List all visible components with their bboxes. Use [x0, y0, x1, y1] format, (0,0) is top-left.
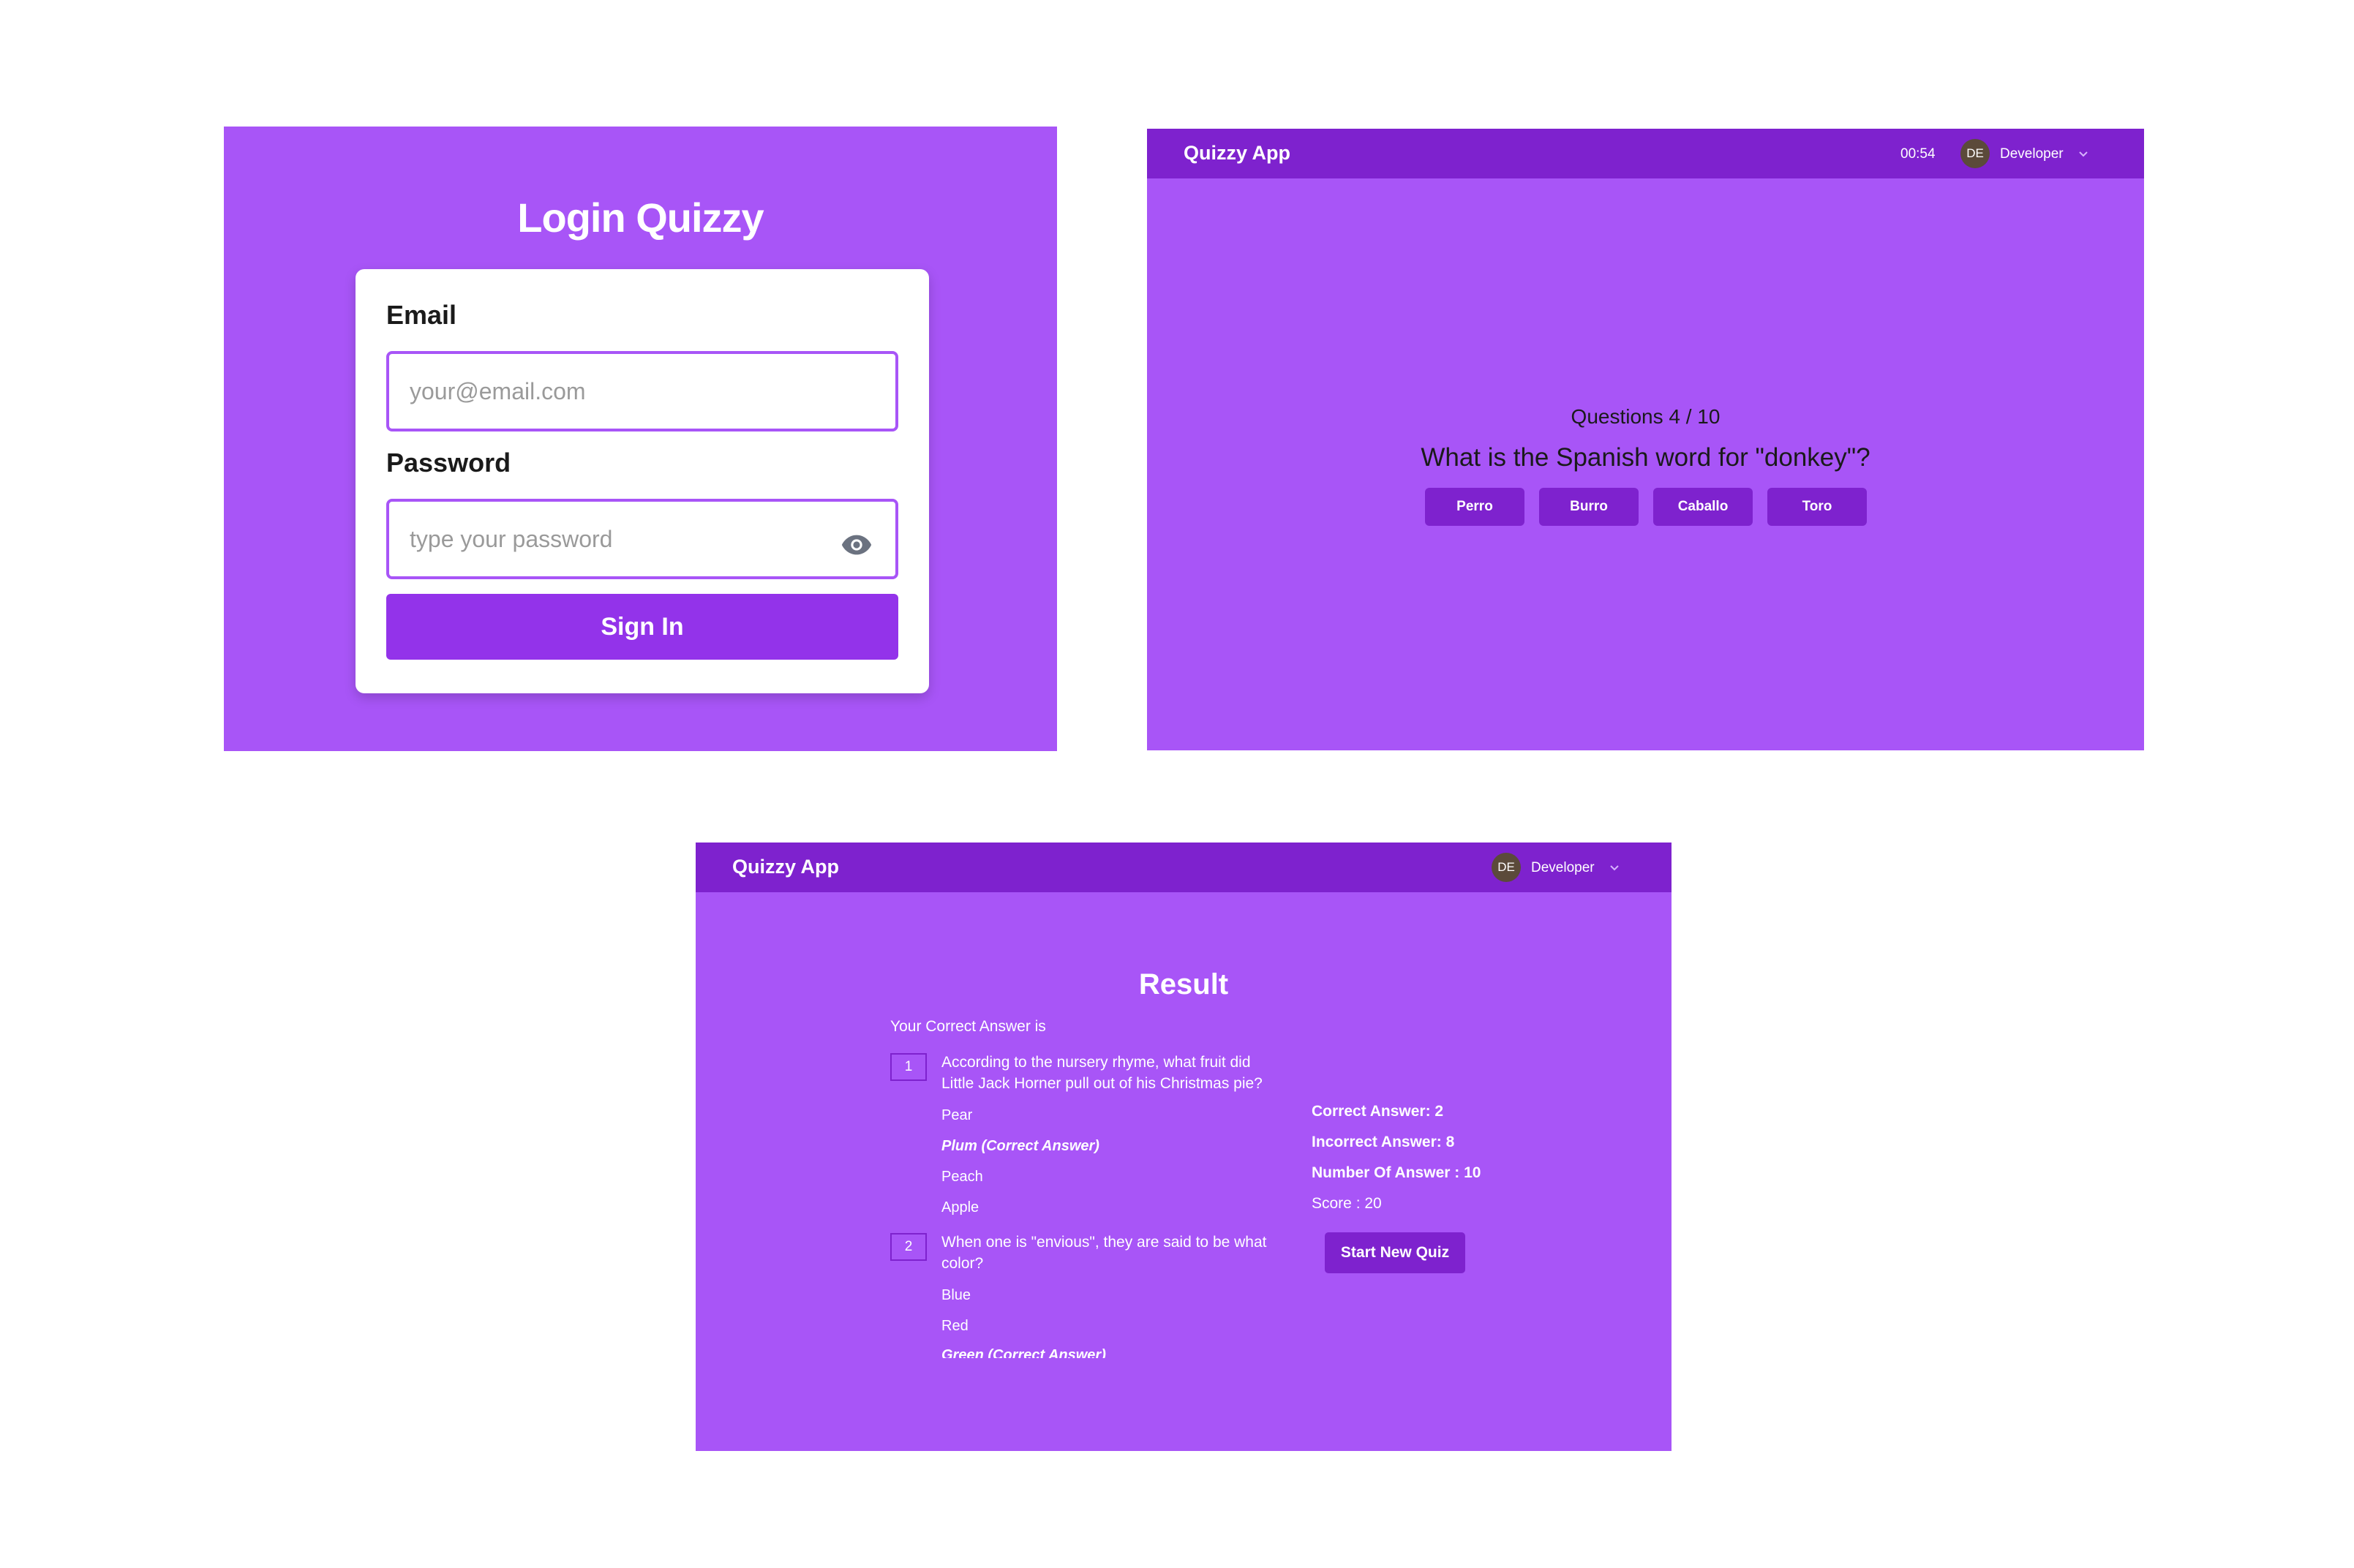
- quiz-panel: Quizzy App 00:54 DE Developer Questions …: [1147, 129, 2144, 750]
- question-text: What is the Spanish word for "donkey"?: [1421, 443, 1870, 472]
- password-input[interactable]: [386, 499, 898, 579]
- answer-option: Apple: [941, 1199, 979, 1215]
- navbar: Quizzy App 00:54 DE Developer: [1147, 129, 2144, 178]
- chevron-down-icon[interactable]: [1609, 862, 1620, 873]
- question-text: When one is "envious", they are said to …: [941, 1234, 1267, 1272]
- answer-button[interactable]: Toro: [1767, 488, 1867, 526]
- eye-icon[interactable]: [840, 528, 873, 562]
- question-number: 2: [890, 1233, 927, 1261]
- question-text: According to the nursery rhyme, what fru…: [941, 1054, 1263, 1092]
- question-number: 1: [890, 1053, 927, 1081]
- answer-review-list[interactable]: 1 According to the nursery rhyme, what f…: [696, 843, 1303, 1358]
- answer-option: Red: [941, 1318, 969, 1334]
- email-input[interactable]: [386, 351, 898, 431]
- correct-count: Correct Answer: 2: [1312, 1103, 1444, 1120]
- login-title: Login Quizzy: [517, 195, 764, 241]
- question-counter: Questions 4 / 10: [1571, 405, 1721, 428]
- email-label: Email: [386, 300, 457, 330]
- app-brand[interactable]: Quizzy App: [1184, 142, 1290, 165]
- quiz-timer: 00:54: [1900, 146, 1936, 162]
- answer-button[interactable]: Perro: [1425, 488, 1524, 526]
- answer-option: Blue: [941, 1287, 971, 1303]
- start-new-quiz-button[interactable]: Start New Quiz: [1325, 1232, 1465, 1273]
- login-card: Email Password Sign In: [356, 269, 929, 693]
- sign-in-button[interactable]: Sign In: [386, 594, 898, 660]
- answer-option: Pear: [941, 1107, 973, 1123]
- user-name[interactable]: Developer: [2000, 146, 2064, 162]
- password-label: Password: [386, 448, 511, 478]
- answer-option: Peach: [941, 1169, 983, 1185]
- answer-button[interactable]: Burro: [1539, 488, 1639, 526]
- login-panel: Login Quizzy Email Password Sign In: [224, 127, 1057, 751]
- user-name[interactable]: Developer: [1531, 860, 1595, 876]
- avatar[interactable]: DE: [1492, 853, 1521, 882]
- score-value: Score : 20: [1312, 1195, 1382, 1212]
- avatar[interactable]: DE: [1960, 139, 1990, 168]
- chevron-down-icon[interactable]: [2077, 148, 2089, 159]
- total-count: Number Of Answer : 10: [1312, 1164, 1481, 1181]
- answer-button[interactable]: Caballo: [1653, 488, 1753, 526]
- correct-answer-option: Plum (Correct Answer): [941, 1138, 1099, 1154]
- incorrect-count: Incorrect Answer: 8: [1312, 1134, 1455, 1150]
- result-panel: Quizzy App DE Developer Result Your Corr…: [696, 843, 1672, 1451]
- correct-answer-option: Green (Correct Answer): [941, 1347, 1106, 1358]
